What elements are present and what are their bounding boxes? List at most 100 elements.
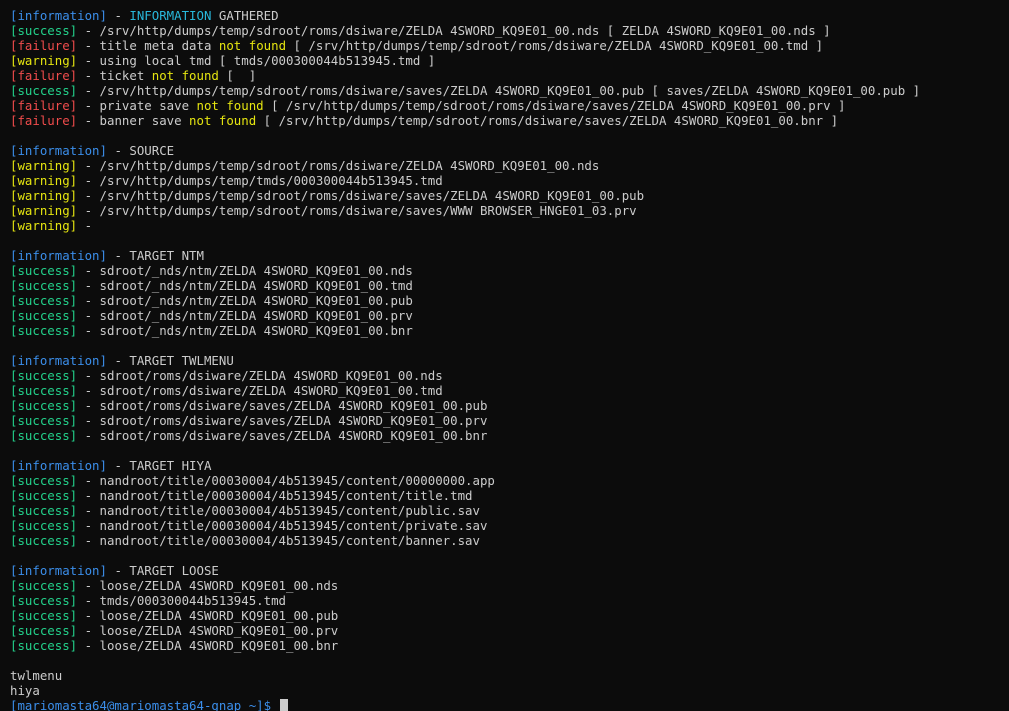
level-tag-success: [success] (10, 503, 78, 518)
highlight-text: not found (189, 113, 257, 128)
level-tag-information: [information] (10, 353, 107, 368)
log-text: - sdroot/_nds/ntm/ZELDA 4SWORD_KQ9E01_00… (77, 323, 413, 338)
log-text: - TARGET LOOSE (106, 563, 219, 578)
log-line-success: [success] - nandroot/title/00030004/4b51… (10, 473, 1009, 488)
log-text: - sdroot/roms/dsiware/saves/ZELDA 4SWORD… (77, 413, 488, 428)
log-line-success: [success] - sdroot/_nds/ntm/ZELDA 4SWORD… (10, 263, 1009, 278)
log-text: - sdroot/_nds/ntm/ZELDA 4SWORD_KQ9E01_00… (77, 308, 413, 323)
level-tag-failure: [failure] (10, 68, 78, 83)
log-text: - nandroot/title/00030004/4b513945/conte… (77, 488, 473, 503)
log-line-failure: [failure] - ticket not found [ ] (10, 68, 1009, 83)
log-text: - SOURCE (106, 143, 175, 158)
log-text: - nandroot/title/00030004/4b513945/conte… (77, 518, 488, 533)
log-line-success: [success] - sdroot/roms/dsiware/saves/ZE… (10, 413, 1009, 428)
shell-prompt: [mariomasta64@mariomasta64-gnap ~]$ (10, 698, 272, 711)
log-text: - TARGET NTM (106, 248, 204, 263)
log-line-success: [success] - /srv/http/dumps/temp/sdroot/… (10, 23, 1009, 38)
level-tag-information: [information] (10, 8, 107, 23)
log-line-success: [success] - sdroot/_nds/ntm/ZELDA 4SWORD… (10, 308, 1009, 323)
text-cursor[interactable] (279, 699, 288, 711)
level-tag-success: [success] (10, 383, 78, 398)
terminal-output[interactable]: [information] - INFORMATION GATHERED [suc… (0, 0, 1009, 711)
log-text: [ ] (218, 68, 257, 83)
level-tag-failure: [failure] (10, 38, 78, 53)
log-line-warning: [warning] - /srv/http/dumps/temp/sdroot/… (10, 158, 1009, 173)
log-line-warning: [warning] - using local tmd [ tmds/00030… (10, 53, 1009, 68)
log-line-success: [success] - sdroot/_nds/ntm/ZELDA 4SWORD… (10, 293, 1009, 308)
level-tag-warning: [warning] (10, 158, 78, 173)
highlight-text: not found (196, 98, 264, 113)
log-text: - (77, 218, 93, 233)
log-line-success: [success] - sdroot/_nds/ntm/ZELDA 4SWORD… (10, 323, 1009, 338)
level-tag-success: [success] (10, 638, 78, 653)
log-text: - TARGET TWLMENU (106, 353, 234, 368)
log-text: - nandroot/title/00030004/4b513945/conte… (77, 533, 480, 548)
log-line-success: [success] - loose/ZELDA 4SWORD_KQ9E01_00… (10, 608, 1009, 623)
output-line: twlmenu (10, 668, 63, 683)
log-text: - loose/ZELDA 4SWORD_KQ9E01_00.pub (77, 608, 339, 623)
log-text: - sdroot/roms/dsiware/saves/ZELDA 4SWORD… (77, 428, 488, 443)
log-line-success: [success] - sdroot/roms/dsiware/ZELDA 4S… (10, 383, 1009, 398)
level-tag-warning: [warning] (10, 203, 78, 218)
log-line-success: [success] - sdroot/_nds/ntm/ZELDA 4SWORD… (10, 278, 1009, 293)
level-tag-success: [success] (10, 608, 78, 623)
log-text: - using local tmd [ tmds/000300044b51394… (77, 53, 436, 68)
level-tag-success: [success] (10, 488, 78, 503)
log-text: - banner save (77, 113, 190, 128)
log-text: - loose/ZELDA 4SWORD_KQ9E01_00.nds (77, 578, 339, 593)
log-line-success: [success] - sdroot/roms/dsiware/ZELDA 4S… (10, 368, 1009, 383)
log-text: - ticket (77, 68, 152, 83)
log-text: - sdroot/roms/dsiware/ZELDA 4SWORD_KQ9E0… (77, 383, 443, 398)
log-text: - /srv/http/dumps/temp/sdroot/roms/dsiwa… (77, 83, 921, 98)
log-text: GATHERED (211, 8, 279, 23)
log-line-success: [success] - /srv/http/dumps/temp/sdroot/… (10, 83, 1009, 98)
shell-prompt-line: [mariomasta64@mariomasta64-gnap ~]$ (10, 698, 1009, 711)
log-text: - (106, 8, 130, 23)
log-text: [ /srv/http/dumps/temp/sdroot/roms/dsiwa… (286, 38, 824, 53)
log-line-success: [success] - nandroot/title/00030004/4b51… (10, 533, 1009, 548)
log-line-warning: [warning] - (10, 218, 1009, 233)
log-text: - /srv/http/dumps/temp/sdroot/roms/dsiwa… (77, 23, 831, 38)
level-tag-success: [success] (10, 518, 78, 533)
log-line-warning: [warning] - /srv/http/dumps/temp/sdroot/… (10, 188, 1009, 203)
log-line-information: [information] - TARGET TWLMENU (10, 353, 1009, 368)
log-line-success: [success] - sdroot/roms/dsiware/saves/ZE… (10, 398, 1009, 413)
level-tag-success: [success] (10, 578, 78, 593)
log-line-warning: [warning] - /srv/http/dumps/temp/tmds/00… (10, 173, 1009, 188)
log-line-failure: [failure] - banner save not found [ /srv… (10, 113, 1009, 128)
output-line: hiya (10, 683, 40, 698)
log-line-success: [success] - loose/ZELDA 4SWORD_KQ9E01_00… (10, 623, 1009, 638)
log-text: - private save (77, 98, 197, 113)
level-tag-warning: [warning] (10, 173, 78, 188)
log-text: - sdroot/roms/dsiware/saves/ZELDA 4SWORD… (77, 398, 488, 413)
log-line-failure: [failure] - title meta data not found [ … (10, 38, 1009, 53)
highlight-text: INFORMATION (129, 8, 212, 23)
log-text: - loose/ZELDA 4SWORD_KQ9E01_00.bnr (77, 638, 339, 653)
log-text: - nandroot/title/00030004/4b513945/conte… (77, 473, 495, 488)
level-tag-success: [success] (10, 23, 78, 38)
log-text: - title meta data (77, 38, 219, 53)
log-line-success: [success] - loose/ZELDA 4SWORD_KQ9E01_00… (10, 578, 1009, 593)
log-text: - /srv/http/dumps/temp/sdroot/roms/dsiwa… (77, 203, 637, 218)
level-tag-success: [success] (10, 293, 78, 308)
level-tag-warning: [warning] (10, 53, 78, 68)
level-tag-success: [success] (10, 533, 78, 548)
log-line-information: [information] - SOURCE (10, 143, 1009, 158)
log-text: - sdroot/roms/dsiware/ZELDA 4SWORD_KQ9E0… (77, 368, 443, 383)
log-line-information: [information] - INFORMATION GATHERED (10, 8, 1009, 23)
level-tag-success: [success] (10, 323, 78, 338)
log-line-success: [success] - nandroot/title/00030004/4b51… (10, 518, 1009, 533)
level-tag-failure: [failure] (10, 113, 78, 128)
log-text: - sdroot/_nds/ntm/ZELDA 4SWORD_KQ9E01_00… (77, 278, 413, 293)
level-tag-success: [success] (10, 263, 78, 278)
level-tag-warning: [warning] (10, 218, 78, 233)
highlight-text: not found (151, 68, 219, 83)
level-tag-information: [information] (10, 458, 107, 473)
level-tag-success: [success] (10, 308, 78, 323)
log-text: - tmds/000300044b513945.tmd (77, 593, 287, 608)
log-text: - /srv/http/dumps/temp/sdroot/roms/dsiwa… (77, 188, 645, 203)
